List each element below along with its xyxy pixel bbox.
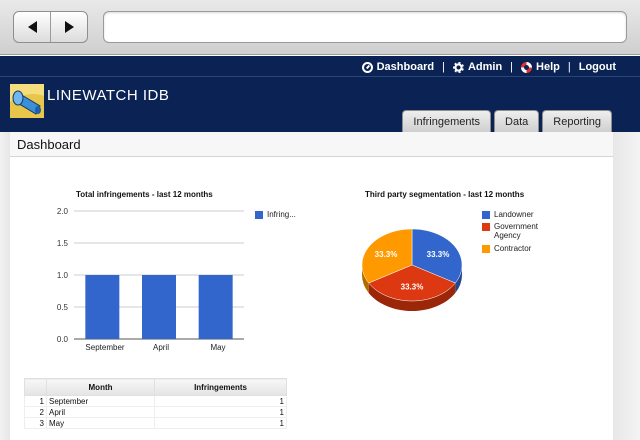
pie-chart-title: Third party segmentation - last 12 month…: [365, 190, 525, 199]
bar-april[interactable]: [142, 275, 176, 339]
pie-slice-label: 33.3%: [427, 250, 450, 259]
nav-separator: |: [510, 61, 514, 73]
main-tabs: Infringements Data Reporting: [402, 110, 612, 132]
bar-legend: Infring...: [255, 210, 296, 219]
table-header-row: Month Infringements: [24, 378, 287, 396]
lifebuoy-icon: [521, 61, 533, 73]
pie-legend-item-contractor: Contractor: [482, 244, 531, 253]
x-tick-label: September: [85, 343, 125, 352]
tab-infringements[interactable]: Infringements: [402, 110, 492, 132]
legend-swatch: [482, 245, 490, 253]
bar-chart-title: Total infringements - last 12 months: [76, 190, 213, 199]
y-tick-label: 0.0: [56, 335, 68, 344]
history-nav: [13, 11, 88, 43]
legend-swatch: [482, 211, 490, 219]
legend-label: Government Agency: [494, 222, 539, 240]
y-tick-label: 2.0: [56, 207, 68, 216]
header-divider: [0, 76, 640, 77]
forward-arrow-icon: [64, 21, 74, 33]
pie-legend-item-government: Government Agency: [482, 222, 552, 240]
gear-icon: [452, 61, 464, 73]
count-cell: 1: [154, 417, 287, 429]
x-tick-label: May: [210, 343, 226, 352]
brand-name: LINEWATCH IDB: [47, 87, 170, 104]
nav-help-label: Help: [536, 61, 560, 73]
month-cell: May: [45, 417, 156, 429]
legend-label: Contractor: [494, 244, 532, 253]
page-title: Dashboard: [10, 132, 613, 157]
nav-dashboard[interactable]: Dashboard: [361, 61, 435, 73]
bar-chart: [74, 210, 244, 340]
address-bar[interactable]: [103, 11, 627, 43]
app-header: Dashboard | Admin | Help | Logout LINEWA…: [0, 56, 640, 132]
row-number: 3: [24, 417, 47, 429]
page-gutter-left: [0, 132, 10, 440]
pie-chart: 33.3% 33.3% 33.3%: [361, 228, 463, 311]
table-row[interactable]: 3 May 1: [24, 417, 287, 429]
infringements-column-header[interactable]: Infringements: [154, 378, 287, 396]
nav-separator: |: [567, 61, 571, 73]
nav-dashboard-label: Dashboard: [376, 61, 435, 73]
row-number-header: [24, 378, 47, 396]
row-number: 1: [24, 395, 47, 407]
pie-slice-label: 33.3%: [375, 250, 398, 259]
legend-swatch: [482, 223, 490, 231]
nav-logout-label: Logout: [578, 61, 616, 73]
browser-toolbar: [0, 0, 640, 55]
month-cell: September: [45, 395, 156, 407]
nav-admin[interactable]: Admin: [452, 61, 503, 73]
y-tick-label: 0.5: [56, 303, 68, 312]
top-nav: Dashboard | Admin | Help | Logout: [361, 58, 616, 76]
row-number: 2: [24, 406, 47, 418]
legend-swatch: [255, 211, 263, 219]
nav-logout[interactable]: Logout: [579, 61, 616, 73]
pie-legend-item-landowner: Landowner: [482, 210, 534, 219]
back-arrow-icon: [27, 21, 37, 33]
legend-label: Infring...: [267, 210, 296, 219]
linewatch-logo-icon: [10, 84, 44, 118]
page-gutter-right: [613, 132, 640, 440]
nav-admin-label: Admin: [467, 61, 503, 73]
tab-reporting[interactable]: Reporting: [542, 110, 612, 132]
x-tick-label: April: [152, 343, 169, 352]
month-cell: April: [45, 406, 156, 418]
tab-data[interactable]: Data: [494, 110, 540, 132]
nav-separator: |: [442, 61, 445, 73]
count-cell: 1: [154, 406, 287, 418]
bar-may[interactable]: [198, 275, 233, 339]
count-cell: 1: [154, 395, 287, 407]
dashboard-icon: [361, 61, 373, 73]
forward-button[interactable]: [50, 12, 87, 42]
nav-help[interactable]: Help: [521, 61, 560, 73]
bar-september[interactable]: [85, 275, 120, 339]
legend-label: Landowner: [494, 210, 534, 219]
y-tick-label: 1.0: [56, 271, 68, 280]
month-column-header[interactable]: Month: [45, 378, 156, 396]
pie-slice-label: 33.3%: [401, 283, 424, 292]
table-row[interactable]: 1 September 1: [24, 395, 287, 407]
back-button[interactable]: [14, 12, 50, 42]
infringements-table: Month Infringements 1 September 1 2 Apri…: [24, 378, 287, 429]
table-row[interactable]: 2 April 1: [24, 406, 287, 418]
y-tick-label: 1.5: [56, 239, 68, 248]
